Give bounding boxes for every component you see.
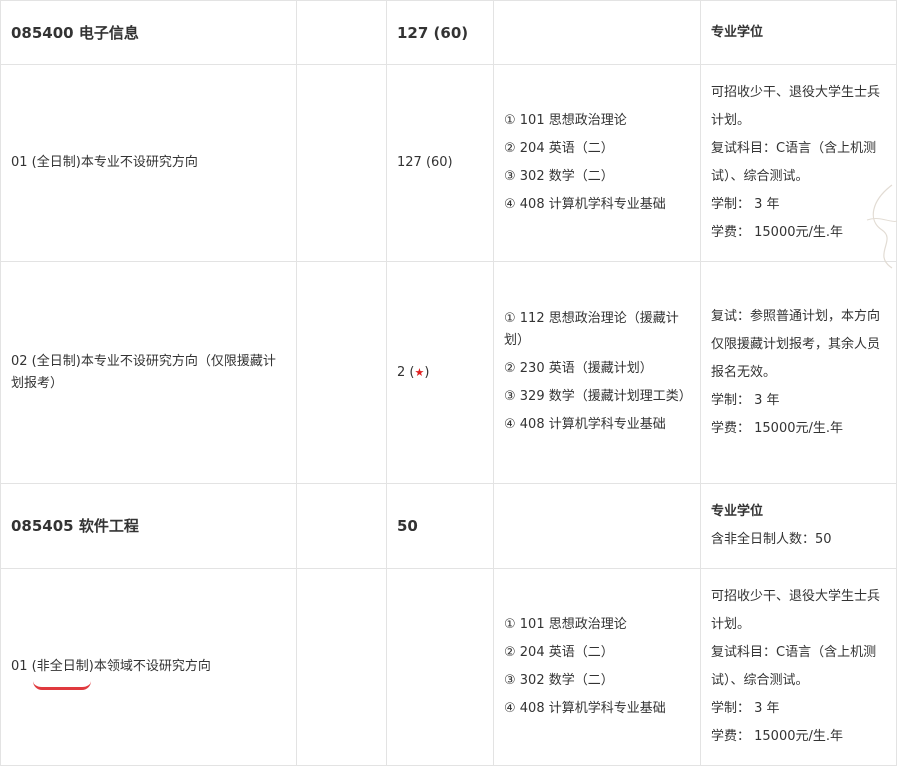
notes-cell: 可招收少干、退役大学生士兵计划。 复试科目：C语言（含上机测试）、综合测试。 学…	[700, 568, 897, 766]
subject-item: ③ 302 数学（二）	[504, 168, 614, 184]
enroll-count: 127 (60)	[386, 0, 494, 65]
subject-item: ② 204 英语（二）	[504, 140, 614, 156]
table-row: 085405 软件工程 50 专业学位 含非全日制人数：50	[0, 483, 897, 569]
subject-item: ① 112 思想政治理论（援藏计划）	[504, 311, 679, 348]
exam-subjects: ① 112 思想政治理论（援藏计划） ② 230 英语（援藏计划） ③ 329 …	[493, 261, 701, 484]
empty-cell	[296, 568, 387, 766]
enroll-count	[386, 568, 494, 766]
subject-item: ① 101 思想政治理论	[504, 616, 627, 632]
major-name: 085405 软件工程	[0, 483, 297, 569]
note-line: 可招收少干、退役大学生士兵计划。	[711, 85, 881, 128]
table-row: 01 (全日制)本专业不设研究方向 127 (60) ① 101 思想政治理论 …	[0, 64, 897, 262]
subject-item: ④ 408 计算机学科专业基础	[504, 196, 666, 212]
note-line: 学制： 3 年	[711, 197, 780, 212]
table-row: 02 (全日制)本专业不设研究方向（仅限援藏计划报考） 2 (★) ① 112 …	[0, 261, 897, 484]
note-line: 复试科目：C语言（含上机测试）、综合测试。	[711, 645, 877, 688]
major-name: 085400 电子信息	[0, 0, 297, 65]
enroll-count: 2 (★)	[386, 261, 494, 484]
direction-name: 01 (非全日制)本领域不设研究方向	[0, 568, 297, 766]
admission-table: 085400 电子信息 127 (60) 专业学位 01 (全日制)本专业不设研…	[0, 0, 897, 766]
table-row: 085400 电子信息 127 (60) 专业学位	[0, 0, 897, 65]
subject-item: ④ 408 计算机学科专业基础	[504, 700, 666, 716]
note-line: 专业学位	[711, 504, 764, 519]
count-suffix: )	[424, 364, 430, 380]
empty-cell	[296, 261, 387, 484]
subject-item: ① 101 思想政治理论	[504, 112, 627, 128]
notes-cell: 复试：参照普通计划，本方向仅限援藏计划报考，其余人员报名无效。 学制： 3 年 …	[700, 261, 897, 484]
exam-subjects	[493, 483, 701, 569]
direction-name: 01 (全日制)本专业不设研究方向	[0, 64, 297, 262]
note-line: 学制： 3 年	[711, 392, 780, 408]
count-prefix: 2 (	[397, 364, 415, 380]
note-line: 专业学位	[711, 24, 764, 40]
note-line: 复试：参照普通计划，本方向仅限援藏计划报考，其余人员报名无效。	[711, 308, 881, 380]
note-line: 复试科目：C语言（含上机测试）、综合测试。	[711, 141, 877, 184]
note-line: 学制： 3 年	[711, 701, 780, 716]
note-line: 可招收少干、退役大学生士兵计划。	[711, 589, 881, 632]
subject-item: ③ 329 数学（援藏计划理工类）	[504, 389, 692, 404]
subject-item: ② 204 英语（二）	[504, 644, 614, 660]
notes-cell: 专业学位	[700, 0, 897, 65]
empty-cell	[296, 483, 387, 569]
exam-subjects: ① 101 思想政治理论 ② 204 英语（二） ③ 302 数学（二） ④ 4…	[493, 568, 701, 766]
enroll-count: 50	[386, 483, 494, 569]
subject-item: ③ 302 数学（二）	[504, 672, 614, 688]
subject-item: ④ 408 计算机学科专业基础	[504, 417, 666, 432]
note-line: 学费： 15000元/生.年	[711, 225, 843, 240]
empty-cell	[296, 0, 387, 65]
subject-item: ② 230 英语（援藏计划）	[504, 361, 653, 376]
note-line: 学费： 15000元/生.年	[711, 729, 843, 744]
table-row: 01 (非全日制)本领域不设研究方向 ① 101 思想政治理论 ② 204 英语…	[0, 568, 897, 766]
note-line: 含非全日制人数：50	[711, 532, 832, 547]
enroll-count: 127 (60)	[386, 64, 494, 262]
exam-subjects: ① 101 思想政治理论 ② 204 英语（二） ③ 302 数学（二） ④ 4…	[493, 64, 701, 262]
exam-subjects	[493, 0, 701, 65]
star-icon: ★	[414, 365, 425, 379]
note-line: 学费： 15000元/生.年	[711, 420, 843, 436]
empty-cell	[296, 64, 387, 262]
red-underline-annotation	[33, 681, 91, 690]
notes-cell: 专业学位 含非全日制人数：50	[700, 483, 897, 569]
direction-name: 02 (全日制)本专业不设研究方向（仅限援藏计划报考）	[0, 261, 297, 484]
notes-cell: 可招收少干、退役大学生士兵计划。 复试科目：C语言（含上机测试）、综合测试。 学…	[700, 64, 897, 262]
